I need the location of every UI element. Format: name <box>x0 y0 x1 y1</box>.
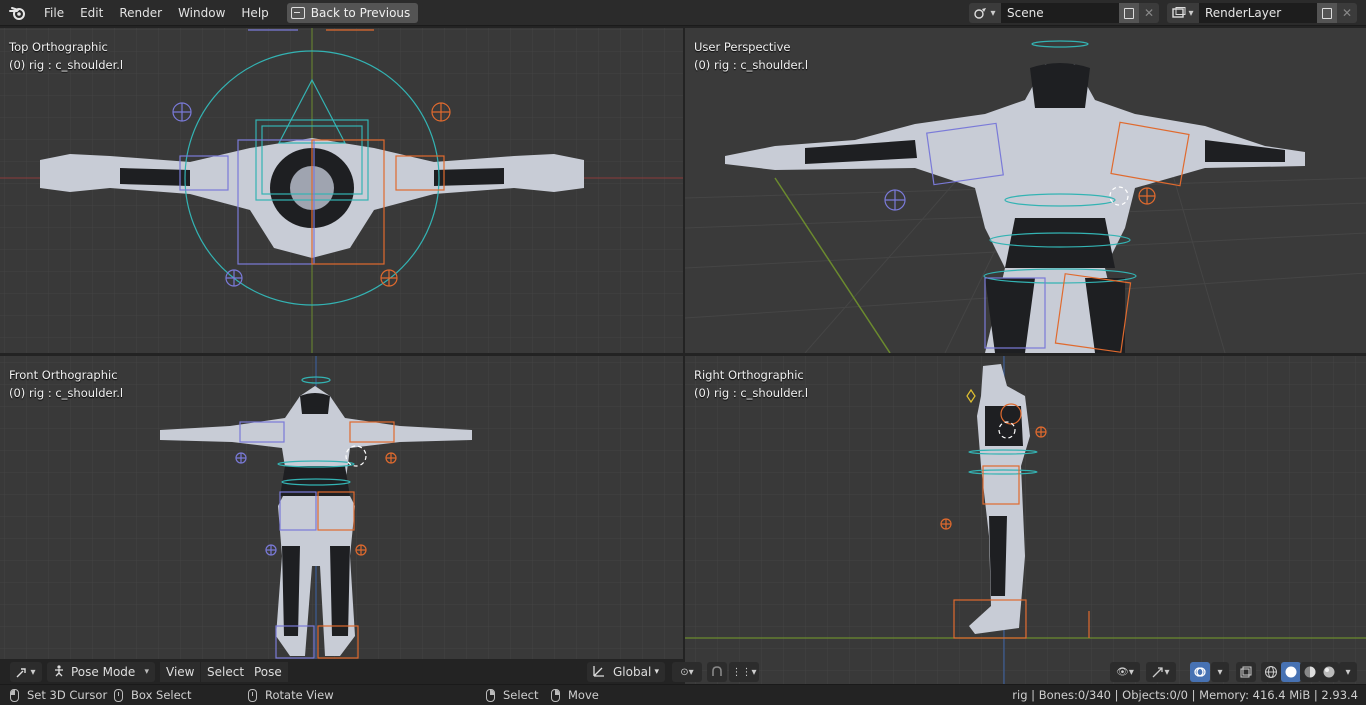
scene-selector: ▾ Scene ✕ <box>969 3 1159 23</box>
orientation-label: Global <box>613 665 652 679</box>
status-box-select: Box Select <box>114 688 192 702</box>
status-rotate-view: Rotate View <box>248 688 334 702</box>
chevron-down-icon: ▾ <box>144 667 149 677</box>
blender-logo-icon[interactable] <box>0 0 36 26</box>
solid-shading-icon[interactable] <box>1281 662 1301 682</box>
pose-mode-icon <box>53 664 65 680</box>
scene-name-field[interactable]: Scene <box>1001 3 1119 23</box>
menu-select[interactable]: Select <box>201 662 251 682</box>
status-bar: Set 3D Cursor Box Select Rotate View Sel… <box>0 684 1366 705</box>
visibility-icon[interactable]: 👁▾ <box>1110 662 1140 682</box>
status-set-cursor: Set 3D Cursor <box>10 688 107 702</box>
view-name: Front Orthographic <box>9 368 118 382</box>
mouse-right-drag-icon <box>551 689 560 702</box>
menu-window[interactable]: Window <box>170 0 233 26</box>
active-object: (0) rig : c_shoulder.l <box>694 386 809 400</box>
view-name: Right Orthographic <box>694 368 804 382</box>
xray-toggle-icon[interactable] <box>1236 662 1256 682</box>
status-select: Select <box>486 688 538 702</box>
active-object: (0) rig : c_shoulder.l <box>694 58 809 72</box>
rendered-shading-icon[interactable] <box>1319 662 1339 682</box>
layer-close-icon[interactable]: ✕ <box>1337 3 1357 23</box>
scene-browse-icon[interactable]: ▾ <box>969 3 1001 23</box>
mouse-left-icon <box>10 689 19 702</box>
viewport-top-orthographic[interactable]: Top Orthographic (0) rig : c_shoulder.l <box>0 28 683 353</box>
transform-orientation-selector[interactable]: Global ▾ <box>587 662 665 682</box>
material-shading-icon[interactable] <box>1300 662 1320 682</box>
active-object: (0) rig : c_shoulder.l <box>9 386 124 400</box>
shading-dropdown-icon[interactable]: ▾ <box>1339 662 1357 682</box>
mouse-right-icon <box>486 689 495 702</box>
scene-copy-icon[interactable] <box>1119 3 1139 23</box>
menu-view[interactable]: View <box>160 662 201 682</box>
render-layer-selector: ▾ RenderLayer ✕ <box>1167 3 1357 23</box>
status-set-cursor-label: Set 3D Cursor <box>27 688 108 702</box>
viewport-right-orthographic[interactable]: Right Orthographic (0) rig : c_shoulder.… <box>685 356 1366 684</box>
back-icon <box>290 6 305 19</box>
menu-help[interactable]: Help <box>233 0 276 26</box>
viewport-label: User Perspective (0) rig : c_shoulder.l <box>694 38 808 74</box>
mouse-middle-icon <box>248 689 257 702</box>
snap-target-icon[interactable]: ⋮⋮▾ <box>729 662 759 682</box>
status-box-select-label: Box Select <box>131 688 192 702</box>
menu-pose[interactable]: Pose <box>248 662 288 682</box>
gizmo-icon[interactable]: ▾ <box>1146 662 1176 682</box>
viewport-scene <box>685 28 1366 353</box>
overlays-dropdown-icon[interactable]: ▾ <box>1211 662 1229 682</box>
mouse-drag-icon <box>114 689 123 702</box>
scene-statistics: rig | Bones:0/340 | Objects:0/0 | Memory… <box>1012 688 1358 702</box>
menu-render[interactable]: Render <box>111 0 170 26</box>
chevron-down-icon: ▾ <box>654 667 659 677</box>
overlays-icon[interactable] <box>1190 662 1210 682</box>
view-name: Top Orthographic <box>9 40 108 54</box>
mode-label: Pose Mode <box>71 665 136 679</box>
viewport-label: Right Orthographic (0) rig : c_shoulder.… <box>694 366 808 402</box>
menu-edit[interactable]: Edit <box>72 0 111 26</box>
pivot-point-icon[interactable]: ⊙▾ <box>672 662 702 682</box>
scene-close-icon[interactable]: ✕ <box>1139 3 1159 23</box>
status-move: Move <box>551 688 599 702</box>
view-name: User Perspective <box>694 40 791 54</box>
snap-icon[interactable] <box>707 662 727 682</box>
viewport-header: ▾ Pose Mode ▾ View Select Pose Global ▾ … <box>0 659 1366 684</box>
orientation-icon <box>593 665 605 680</box>
editor-type-icon[interactable]: ▾ <box>10 662 42 682</box>
status-select-label: Select <box>503 688 539 702</box>
top-bar: File Edit Render Window Help Back to Pre… <box>0 0 1366 26</box>
wireframe-shading-icon[interactable] <box>1261 662 1281 682</box>
viewport-scene <box>685 356 1366 684</box>
layer-name-field[interactable]: RenderLayer <box>1199 3 1317 23</box>
viewport-front-orthographic[interactable]: Front Orthographic (0) rig : c_shoulder.… <box>0 356 683 659</box>
viewport-label: Top Orthographic (0) rig : c_shoulder.l <box>9 38 123 74</box>
mode-selector[interactable]: Pose Mode ▾ <box>47 662 155 682</box>
back-to-previous-button[interactable]: Back to Previous <box>286 2 419 23</box>
active-object: (0) rig : c_shoulder.l <box>9 58 124 72</box>
layer-copy-icon[interactable] <box>1317 3 1337 23</box>
back-to-previous-label: Back to Previous <box>310 5 411 20</box>
viewport-user-perspective[interactable]: User Perspective (0) rig : c_shoulder.l <box>685 28 1366 353</box>
viewport-label: Front Orthographic (0) rig : c_shoulder.… <box>9 366 123 402</box>
layer-browse-icon[interactable]: ▾ <box>1167 3 1199 23</box>
status-rotate-view-label: Rotate View <box>265 688 334 702</box>
menu-file[interactable]: File <box>36 0 72 26</box>
status-move-label: Move <box>568 688 599 702</box>
viewport-scene <box>0 28 683 353</box>
